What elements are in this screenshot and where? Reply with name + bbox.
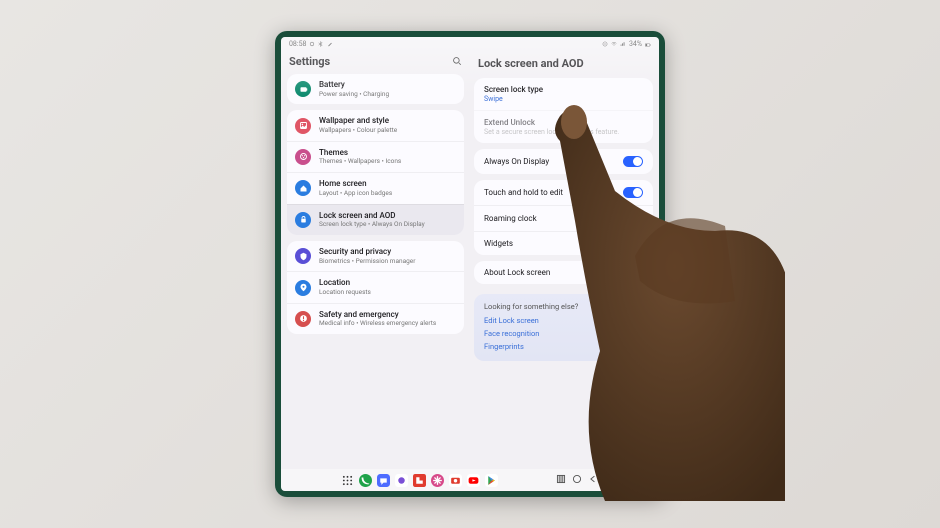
status-bar: 08:58 (281, 37, 659, 51)
signal-icon (620, 41, 626, 47)
row-always-on-display[interactable]: Always On Display (474, 149, 653, 174)
row-sub: Screen lock type • Always On Display (319, 221, 456, 229)
suggest-link-fingerprints[interactable]: Fingerprints (484, 342, 643, 351)
row-sub: Location requests (319, 289, 456, 297)
settings-row-themes[interactable]: ThemesThemes • Wallpapers • Icons (287, 141, 464, 172)
settings-master-pane: Settings BatteryPower saving • Charging W… (281, 51, 470, 469)
settings-row-security-and-privacy[interactable]: Security and privacyBiometrics • Permiss… (287, 241, 464, 271)
sos-icon (295, 311, 311, 327)
row-extend-unlock: Extend Unlock Set a secure screen lock t… (474, 110, 653, 143)
device-frame: 08:58 (275, 31, 665, 497)
settings-row-battery[interactable]: BatteryPower saving • Charging (287, 74, 464, 104)
row-label: Screen lock type (484, 85, 543, 94)
battery-percent: 34% (629, 40, 642, 48)
location-icon (295, 280, 311, 296)
dock-app-chat[interactable] (395, 474, 408, 487)
wifi-icon (611, 41, 617, 47)
suggest-link-edit-lock-screen[interactable]: Edit Lock screen (484, 316, 643, 325)
suggest-link-face-recognition[interactable]: Face recognition (484, 329, 643, 338)
row-widgets[interactable]: Widgets (474, 231, 653, 255)
row-sub: Set a secure screen lock to use this fea… (484, 128, 619, 136)
row-label: Roaming clock (484, 214, 537, 223)
battery-icon (645, 41, 651, 47)
apps-drawer-icon[interactable] (342, 475, 353, 486)
row-sub: Themes • Wallpapers • Icons (319, 158, 456, 166)
settings-row-safety-and-emergency[interactable]: Safety and emergencyMedical info • Wirel… (287, 303, 464, 334)
suggestions-card: Looking for something else? Edit Lock sc… (474, 294, 653, 361)
row-screen-lock-type[interactable]: Screen lock type Swipe (474, 78, 653, 110)
battery-icon (295, 81, 311, 97)
dock-app-messages[interactable] (377, 474, 390, 487)
suggestions-title: Looking for something else? (484, 302, 643, 311)
edit-icon (327, 41, 333, 47)
nav-back[interactable] (588, 474, 598, 486)
settings-row-location[interactable]: LocationLocation requests (287, 271, 464, 302)
row-label: About Lock screen (484, 268, 550, 277)
row-label: Always On Display (484, 157, 549, 166)
nav-recents[interactable] (556, 474, 566, 486)
dnd-icon (602, 41, 608, 47)
themes-icon (295, 149, 311, 165)
dock-app-asterisk[interactable] (431, 474, 444, 487)
shield-icon (295, 248, 311, 264)
bluetooth-icon (318, 41, 324, 47)
toggle-touch-edit[interactable] (623, 187, 643, 198)
row-title: Battery (319, 80, 456, 90)
settings-row-lock-screen-and-aod[interactable]: Lock screen and AODScreen lock type • Al… (287, 204, 464, 235)
search-icon[interactable] (452, 56, 462, 68)
row-sub: Medical info • Wireless emergency alerts (319, 320, 456, 328)
dock-app-phone[interactable] (359, 474, 372, 487)
row-label: Widgets (484, 239, 513, 248)
status-time: 08:58 (289, 40, 306, 48)
row-title: Location (319, 278, 456, 288)
row-title: Lock screen and AOD (319, 211, 456, 221)
row-sub: Wallpapers • Colour palette (319, 127, 456, 135)
row-roaming-clock[interactable]: Roaming clock (474, 205, 653, 231)
screen: 08:58 (281, 37, 659, 491)
row-title: Security and privacy (319, 247, 456, 257)
row-sub: Layout • App icon badges (319, 190, 456, 198)
settings-indicator-icon (309, 41, 315, 47)
row-label: Extend Unlock (484, 118, 619, 127)
wallpaper-icon (295, 118, 311, 134)
toggle-roaming-clock[interactable] (623, 213, 643, 224)
row-value: Swipe (484, 95, 543, 103)
dock-app-flipboard[interactable] (413, 474, 426, 487)
row-title: Themes (319, 148, 456, 158)
row-touch-hold-edit[interactable]: Touch and hold to edit (474, 180, 653, 205)
row-title: Wallpaper and style (319, 116, 456, 126)
toggle-aod[interactable] (623, 156, 643, 167)
row-about-lock-screen[interactable]: About Lock screen (474, 261, 653, 284)
settings-row-home-screen[interactable]: Home screenLayout • App icon badges (287, 172, 464, 203)
dock-app-youtube[interactable] (467, 474, 480, 487)
lock-icon (295, 212, 311, 228)
row-sub: Biometrics • Permission manager (319, 258, 456, 266)
settings-row-wallpaper-and-style[interactable]: Wallpaper and styleWallpapers • Colour p… (287, 110, 464, 140)
dock-app-playstore[interactable] (485, 474, 498, 487)
nav-home[interactable] (572, 474, 582, 486)
dock-app-camera[interactable] (449, 474, 462, 487)
row-sub: Power saving • Charging (319, 91, 456, 99)
settings-detail-pane: Lock screen and AOD Screen lock type Swi… (470, 51, 659, 469)
detail-title: Lock screen and AOD (478, 57, 649, 70)
row-label: Touch and hold to edit (484, 188, 563, 197)
home-icon (295, 180, 311, 196)
row-title: Safety and emergency (319, 310, 456, 320)
app-dock (281, 469, 659, 491)
settings-title: Settings (289, 55, 330, 68)
row-title: Home screen (319, 179, 456, 189)
